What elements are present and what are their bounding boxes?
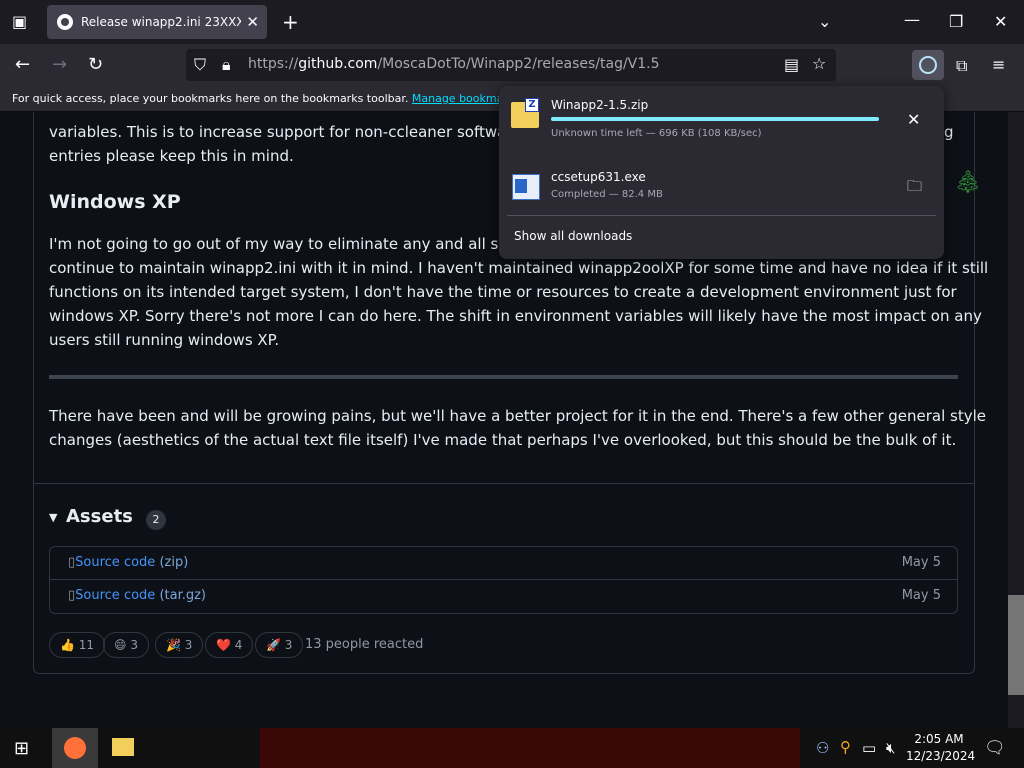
reaction-count: 3 (184, 638, 193, 652)
exe-file-icon (512, 174, 540, 200)
downloads-panel: Z Winapp2-1.5.zip Unknown time left — 69… (499, 86, 944, 259)
divider (34, 483, 974, 484)
firefox-icon (64, 737, 86, 759)
network-icon[interactable]: ▭ (862, 739, 876, 757)
paragraph-text-tail: g (944, 123, 954, 141)
clock-date: 12/23/2024 (906, 749, 976, 763)
show-all-downloads-button[interactable]: Show all downloads (514, 229, 632, 243)
paragraph-line: functions on its intended target system,… (49, 283, 957, 301)
party-icon: 🎉 (166, 638, 181, 652)
download-filename[interactable]: Winapp2-1.5.zip (551, 98, 648, 112)
assets-count-badge: 2 (146, 510, 166, 530)
new-tab-icon[interactable]: + (282, 10, 299, 34)
reaction-count: 4 (234, 638, 243, 652)
notifications-icon[interactable]: 🗨︎ (984, 738, 1006, 758)
thumbs-up-icon: 👍 (60, 638, 75, 652)
asset-date: May 5 (901, 588, 941, 603)
github-icon (57, 14, 73, 30)
paragraph-text: entries please keep this in mind. (49, 147, 294, 165)
close-tab-icon[interactable]: ✕ (246, 13, 259, 31)
close-window-icon[interactable]: ✕ (994, 12, 1007, 31)
list-tabs-icon[interactable]: ⌄ (818, 12, 831, 31)
firefox-view-icon[interactable]: ▣ (12, 12, 27, 31)
panel-divider (507, 215, 936, 216)
heading-windows-xp: Windows XP (49, 191, 181, 213)
heart-icon: ❤️ (216, 638, 231, 652)
assets-heading[interactable]: Assets (66, 506, 133, 527)
cancel-download-icon[interactable]: ✕ (907, 110, 920, 129)
tab-release[interactable]: Release winapp2.ini 23XXXX & ✕ (47, 5, 267, 39)
clock-time: 2:05 AM (914, 732, 964, 746)
scrollbar-thumb[interactable] (1008, 595, 1024, 695)
lock-icon[interactable]: 🔒︎ (222, 55, 231, 75)
reaction-hooray[interactable]: 🎉 3 (155, 632, 204, 658)
chevron-down-icon[interactable]: ▼ (49, 511, 57, 524)
file-explorer-icon[interactable] (112, 738, 134, 756)
folder-icon[interactable]: 🗀 (907, 176, 922, 201)
extensions-icon[interactable]: ⧉ (956, 56, 967, 76)
reaction-count: 11 (78, 638, 95, 652)
asset-date: May 5 (901, 555, 941, 570)
shield-icon[interactable]: ⛉ (194, 55, 206, 75)
taskbar-background-art (260, 728, 800, 768)
paragraph-line: There have been and will be growing pain… (49, 407, 987, 425)
paragraph-line: I'm not going to go out of my way to eli… (49, 235, 527, 253)
bookmarks-message: For quick access, place your bookmarks h… (12, 92, 409, 105)
paragraph-line: windows XP. Sorry there's not more I can… (49, 307, 982, 325)
restore-icon[interactable]: ❐ (949, 12, 963, 31)
system-clock[interactable]: 2:05 AM 12/23/2024 (906, 731, 976, 765)
taskbar-firefox[interactable] (52, 728, 98, 768)
download-status: Completed — 82.4 MB (551, 189, 663, 200)
forward-icon[interactable]: → (52, 54, 67, 75)
bookmark-star-icon[interactable]: ☆ (812, 54, 826, 73)
reaction-rocket[interactable]: 🚀 3 (255, 632, 304, 658)
download-status: Unknown time left — 696 KB (108 KB/sec) (551, 128, 762, 139)
paragraph-line: changes (aesthetics of the actual text f… (49, 431, 957, 449)
horizontal-rule (49, 375, 958, 379)
asset-link[interactable]: Source code (75, 555, 155, 570)
asset-ext[interactable]: (zip) (159, 555, 188, 570)
asset-link[interactable]: Source code (75, 588, 155, 603)
speaker-muted-icon[interactable]: 🔇︎ (886, 739, 895, 757)
windows-start-icon[interactable]: ⊞ (14, 738, 29, 759)
network-user-icon[interactable]: ⚇ (816, 739, 829, 757)
reaction-thumbs-up[interactable]: 👍 11 (49, 632, 106, 658)
zip-file-icon: Z (511, 98, 539, 128)
tab-title: Release winapp2.ini 23XXXX & (81, 15, 241, 29)
reader-view-icon[interactable]: ▤ (784, 55, 799, 74)
tree-cursor-icon: 🎄︎ (954, 170, 982, 195)
download-progress-icon (919, 56, 937, 74)
reload-icon[interactable]: ↻ (88, 54, 103, 75)
reaction-count: 3 (130, 638, 138, 652)
menu-icon[interactable]: ≡ (992, 55, 1005, 74)
paragraph-line: continue to maintain winapp2.ini with it… (49, 259, 989, 277)
asset-row[interactable]: ▯Source code (tar.gz) May 5 (49, 580, 958, 614)
download-progress-bar (551, 117, 879, 121)
rocket-icon: 🚀 (266, 638, 281, 652)
search-icon[interactable]: ⚲ (840, 738, 851, 756)
download-filename[interactable]: ccsetup631.exe (551, 170, 646, 184)
downloads-button[interactable] (912, 50, 944, 80)
paragraph-text: variables. This is to increase support f… (49, 123, 536, 141)
paragraph-line: users still running windows XP. (49, 331, 280, 349)
minimize-icon[interactable]: — (904, 10, 920, 29)
smile-icon: 😄 (114, 638, 127, 652)
asset-ext[interactable]: (tar.gz) (159, 588, 206, 603)
reaction-heart[interactable]: ❤️ 4 (205, 632, 254, 658)
tab-strip: ▣ Release winapp2.ini 23XXXX & ✕ + ⌄ — ❐… (0, 0, 1024, 44)
reactions-summary: 13 people reacted (305, 637, 424, 652)
reaction-laugh[interactable]: 😄 3 (103, 632, 149, 658)
download-progress-fill (551, 117, 879, 121)
url-text[interactable]: https://github.com/MoscaDotTo/Winapp2/re… (248, 56, 660, 72)
reaction-count: 3 (284, 638, 293, 652)
asset-row[interactable]: ▯Source code (zip) May 5 (49, 546, 958, 580)
back-icon[interactable]: ← (15, 54, 30, 75)
